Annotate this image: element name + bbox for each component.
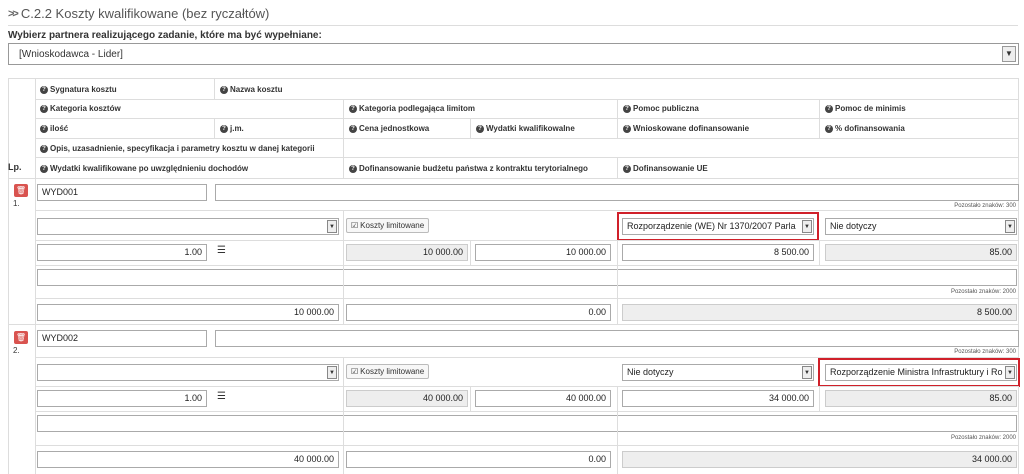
- question-icon[interactable]: ?: [349, 104, 357, 113]
- row-number: 2.: [13, 346, 20, 355]
- checkbox-icon: ☑: [351, 367, 359, 376]
- limited-costs-toggle[interactable]: ☑ Koszty limitowane: [346, 218, 430, 233]
- highlight-box: [818, 358, 1020, 387]
- list-icon[interactable]: ☰: [217, 245, 226, 256]
- unit-price-input: 10 000.00: [346, 244, 468, 261]
- question-icon[interactable]: ?: [220, 124, 228, 133]
- question-icon[interactable]: ?: [40, 144, 48, 153]
- quantity-input[interactable]: 1.00: [37, 390, 207, 407]
- funding-percent-input: 85.00: [825, 390, 1017, 407]
- quantity-input[interactable]: 1.00: [37, 244, 207, 261]
- chevron-down-icon[interactable]: ▼: [1005, 220, 1015, 233]
- partner-label: Wybierz partnera realizującego zadanie, …: [8, 30, 322, 41]
- question-icon[interactable]: ?: [40, 104, 48, 113]
- section-title: C.2.2 Koszty kwalifikowane (bez ryczałtó…: [20, 6, 270, 21]
- funding-percent-input: 85.00: [825, 244, 1017, 261]
- header-limit: ? Kategoria podlegająca limitom: [349, 104, 475, 113]
- header-wnioskowane: ? Wnioskowane dofinansowanie: [623, 124, 749, 133]
- eu-funding-input: 8 500.00: [622, 304, 1017, 321]
- limited-costs-toggle[interactable]: ☑ Koszty limitowane: [346, 364, 430, 379]
- name-input[interactable]: [215, 330, 1019, 347]
- question-icon[interactable]: ?: [825, 104, 833, 113]
- description-char-counter: Pozostało znaków: 2000: [950, 435, 1016, 441]
- chevron-down-icon[interactable]: ▼: [1002, 46, 1016, 62]
- highlight-box: [617, 212, 819, 241]
- delete-row-button[interactable]: 🗑: [14, 331, 28, 344]
- requested-funding-input[interactable]: 8 500.00: [622, 244, 814, 261]
- public-aid-select[interactable]: Nie dotyczy ▼: [622, 364, 814, 381]
- signature-input[interactable]: WYD001: [37, 184, 207, 201]
- delete-row-button[interactable]: 🗑: [14, 184, 28, 197]
- partner-select[interactable]: [Wnioskodawca - Lider] ▼: [8, 43, 1019, 65]
- question-icon[interactable]: ?: [40, 124, 48, 133]
- question-icon[interactable]: ?: [40, 164, 48, 173]
- header-cena: ? Cena jednostkowa: [349, 124, 429, 133]
- question-icon[interactable]: ?: [349, 124, 357, 133]
- description-input[interactable]: [37, 415, 1017, 432]
- requested-funding-input[interactable]: 34 000.00: [622, 390, 814, 407]
- header-po-dochodach: ? Wydatki kwalifikowane po uwzględnieniu …: [40, 164, 248, 173]
- header-nazwa: ? Nazwa kosztu: [220, 85, 282, 94]
- header-jm: ? j.m.: [220, 124, 244, 133]
- category-select[interactable]: ▼: [37, 218, 339, 235]
- category-select[interactable]: ▼: [37, 364, 339, 381]
- question-icon[interactable]: ?: [623, 104, 631, 113]
- header-pomoc-publiczna: ? Pomoc publiczna: [623, 104, 699, 113]
- question-icon[interactable]: ?: [476, 124, 484, 133]
- header-de-minimis: ? Pomoc de minimis: [825, 104, 906, 113]
- de-minimis-select[interactable]: Nie dotyczy ▼: [825, 218, 1017, 235]
- question-icon[interactable]: ?: [623, 164, 631, 173]
- question-icon[interactable]: ?: [825, 124, 833, 133]
- header-kategoria: ? Kategoria kosztów: [40, 104, 121, 113]
- signature-input[interactable]: WYD002: [37, 330, 207, 347]
- question-icon[interactable]: ?: [40, 85, 48, 94]
- name-char-counter: Pozostało znaków: 300: [954, 203, 1016, 209]
- chevron-down-icon[interactable]: ▼: [802, 366, 812, 379]
- eligible-expenses-input[interactable]: 10 000.00: [475, 244, 611, 261]
- header-opis: ? Opis, uzasadnienie, specyfikacja i para…: [40, 144, 315, 153]
- header-ilosc: ? ilość: [40, 124, 68, 133]
- header-ue: ? Dofinansowanie UE: [623, 164, 708, 173]
- unit-price-input: 40 000.00: [346, 390, 468, 407]
- after-income-input[interactable]: 40 000.00: [37, 451, 339, 468]
- header-budzet: ? Dofinansowanie budżetu państwa z kontra…: [349, 164, 588, 173]
- description-input[interactable]: [37, 269, 1017, 286]
- header-wydatki: ? Wydatki kwalifikowalne: [476, 124, 575, 133]
- name-input[interactable]: [215, 184, 1019, 201]
- divider: [8, 25, 1018, 26]
- question-icon[interactable]: ?: [623, 124, 631, 133]
- state-budget-input[interactable]: 0.00: [346, 304, 611, 321]
- header-lp: Lp.: [8, 162, 22, 172]
- eu-funding-input: 34 000.00: [622, 451, 1017, 468]
- chevron-down-icon[interactable]: ▼: [327, 366, 337, 379]
- partner-selected-value: [Wnioskodawca - Lider]: [19, 49, 123, 60]
- question-icon[interactable]: ?: [220, 85, 228, 94]
- eligible-expenses-input[interactable]: 40 000.00: [475, 390, 611, 407]
- list-icon[interactable]: ☰: [217, 391, 226, 402]
- checkbox-icon: ☑: [351, 221, 359, 230]
- question-icon[interactable]: ?: [349, 164, 357, 173]
- chevron-down-icon[interactable]: ▼: [327, 220, 337, 233]
- header-sygnatura: ? Sygnatura kosztu: [40, 85, 117, 94]
- section-header: >> C.2.2 Koszty kwalifikowane (bez rycza…: [8, 6, 269, 21]
- after-income-input[interactable]: 10 000.00: [37, 304, 339, 321]
- double-chevron-right-icon: >>: [8, 7, 19, 20]
- header-procent: ?% dofinansowania: [825, 124, 905, 133]
- row-number: 1.: [13, 199, 20, 208]
- description-char-counter: Pozostało znaków: 2000: [950, 289, 1016, 295]
- name-char-counter: Pozostało znaków: 300: [954, 349, 1016, 355]
- state-budget-input[interactable]: 0.00: [346, 451, 611, 468]
